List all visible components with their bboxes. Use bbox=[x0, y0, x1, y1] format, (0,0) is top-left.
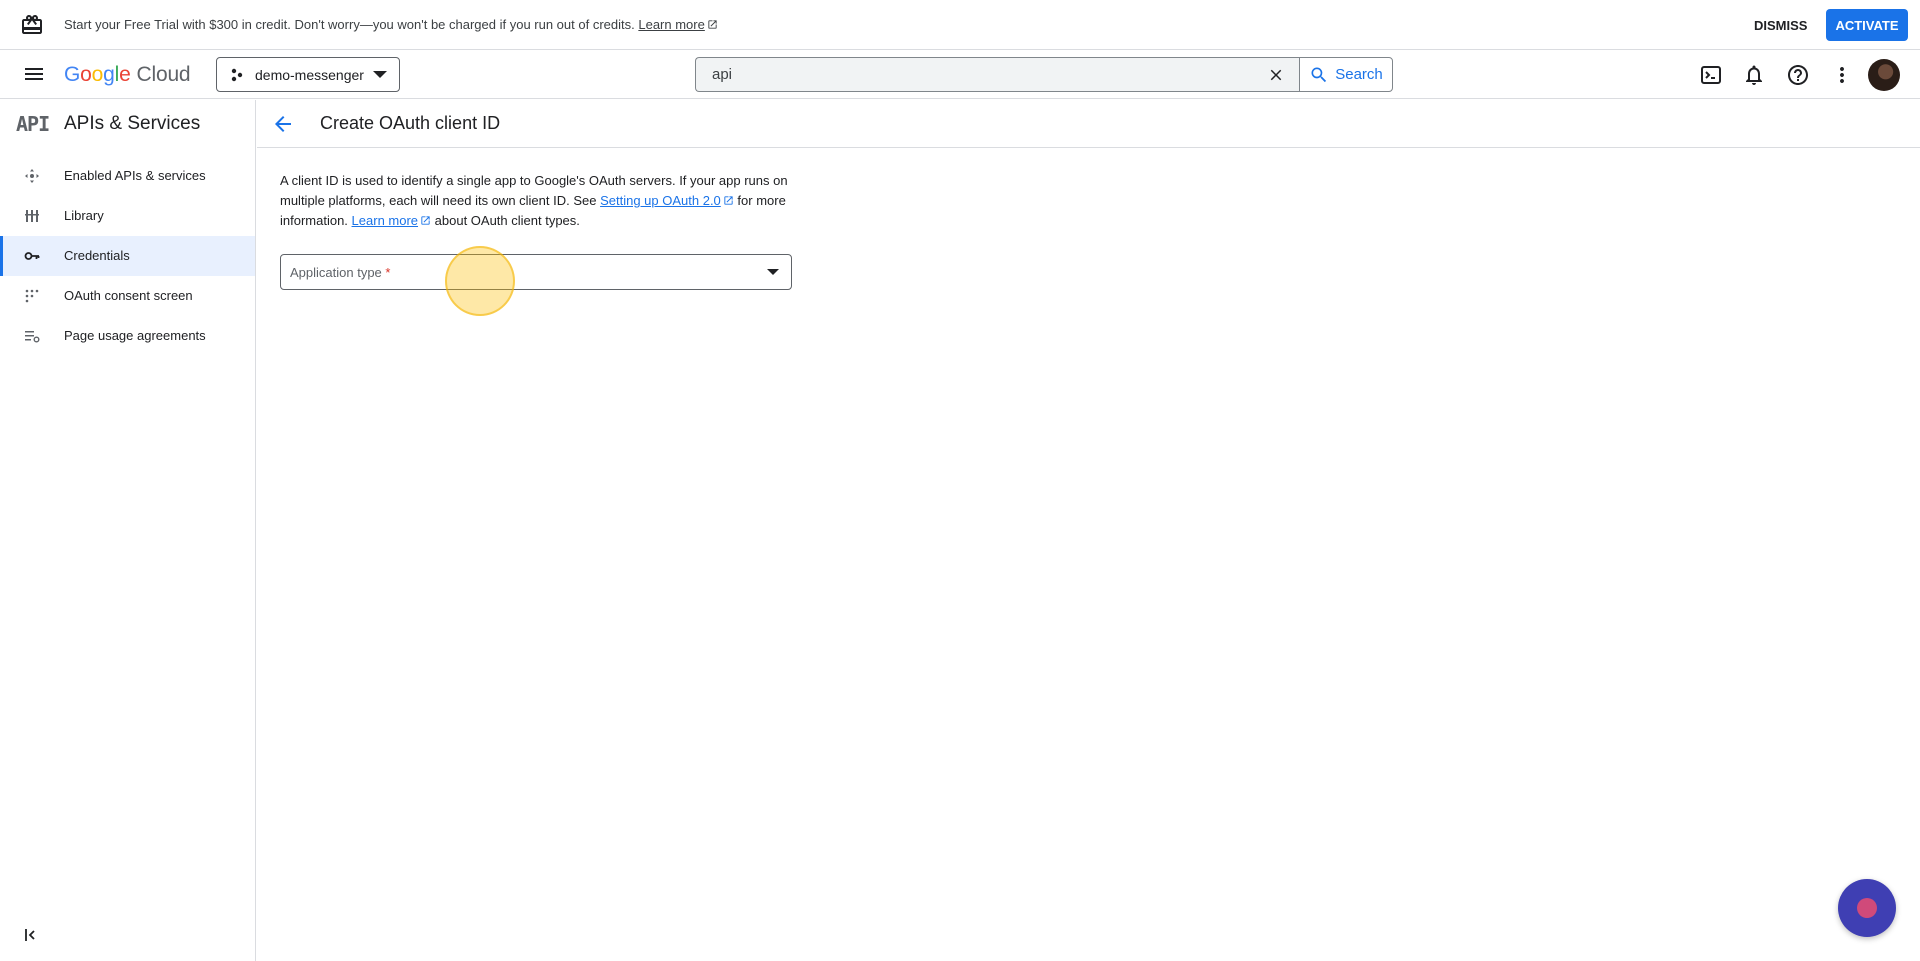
agreements-icon bbox=[25, 331, 40, 343]
library-icon bbox=[25, 210, 39, 222]
sidebar-item-oauth-consent[interactable]: OAuth consent screen bbox=[0, 276, 255, 316]
back-arrow-icon[interactable] bbox=[271, 112, 295, 136]
key-icon bbox=[24, 252, 40, 260]
sidebar-item-library[interactable]: Library bbox=[0, 196, 255, 236]
more-vert-icon[interactable] bbox=[1830, 63, 1854, 87]
account-avatar[interactable] bbox=[1868, 59, 1900, 91]
assistant-fab-button[interactable] bbox=[1838, 879, 1896, 937]
page-header: Create OAuth client ID bbox=[257, 100, 1920, 148]
application-type-select[interactable]: Application type * bbox=[280, 254, 792, 290]
project-name: demo-messenger bbox=[255, 66, 364, 83]
learn-more-link[interactable]: Learn more bbox=[352, 213, 418, 228]
enabled-apis-icon bbox=[25, 169, 39, 183]
assistant-icon bbox=[1857, 898, 1877, 918]
setting-up-oauth-link[interactable]: Setting up OAuth 2.0 bbox=[600, 193, 721, 208]
sidebar-item-label: OAuth consent screen bbox=[64, 288, 193, 303]
caret-down-icon bbox=[373, 71, 387, 78]
trial-message-text: Start your Free Trial with $300 in credi… bbox=[64, 17, 635, 32]
sidebar-header: API APIs & Services bbox=[0, 100, 256, 148]
project-icon bbox=[231, 68, 243, 81]
search-button[interactable]: Search bbox=[1299, 57, 1393, 92]
external-link-icon bbox=[708, 20, 717, 29]
page-title: Create OAuth client ID bbox=[320, 113, 501, 133]
terminal-icon[interactable] bbox=[1699, 63, 1723, 87]
gift-icon bbox=[22, 15, 42, 34]
collapse-sidebar-icon[interactable] bbox=[22, 926, 40, 944]
close-icon[interactable] bbox=[1267, 66, 1285, 84]
external-link-icon bbox=[421, 216, 430, 225]
dismiss-button[interactable]: DISMISS bbox=[1740, 9, 1821, 41]
required-marker: * bbox=[385, 265, 391, 280]
top-nav: GoogleCloud demo-messenger Search bbox=[0, 50, 1920, 99]
logo-letter: g bbox=[103, 63, 115, 86]
application-type-text: Application type bbox=[290, 265, 382, 280]
oauth-description: A client ID is used to identify a single… bbox=[280, 171, 800, 231]
application-type-label: Application type * bbox=[290, 265, 390, 280]
sidebar-item-label: Library bbox=[64, 208, 104, 223]
desc-text: about OAuth client types. bbox=[431, 213, 580, 228]
search-input[interactable] bbox=[696, 58, 1236, 91]
sidebar-item-label: Credentials bbox=[64, 248, 130, 263]
sidebar-item-page-usage-agreements[interactable]: Page usage agreements bbox=[0, 316, 255, 356]
logo-letter: o bbox=[91, 63, 104, 86]
notifications-bell-icon[interactable] bbox=[1742, 63, 1766, 87]
consent-icon bbox=[25, 289, 39, 303]
sidebar: API APIs & Services Enabled APIs & servi… bbox=[0, 100, 256, 961]
google-cloud-logo[interactable]: Google Cloud bbox=[64, 63, 191, 87]
hamburger-menu-icon[interactable] bbox=[20, 62, 48, 86]
trial-learn-more-link[interactable]: Learn more bbox=[638, 17, 704, 32]
logo-letter: e bbox=[119, 63, 131, 86]
project-picker[interactable]: demo-messenger bbox=[216, 57, 400, 92]
caret-down-icon bbox=[767, 269, 779, 275]
sidebar-item-credentials[interactable]: Credentials bbox=[0, 236, 255, 276]
activate-button[interactable]: ACTIVATE bbox=[1826, 9, 1908, 41]
logo-letter: o bbox=[80, 63, 92, 86]
search-icon bbox=[1311, 67, 1327, 82]
logo-letter: G bbox=[64, 63, 81, 86]
free-trial-banner: Start your Free Trial with $300 in credi… bbox=[0, 0, 1920, 50]
search-box bbox=[695, 57, 1299, 92]
trial-message: Start your Free Trial with $300 in credi… bbox=[64, 17, 718, 32]
sidebar-item-label: Page usage agreements bbox=[64, 328, 206, 343]
logo-cloud-text: Cloud bbox=[136, 63, 191, 86]
sidebar-item-enabled-apis[interactable]: Enabled APIs & services bbox=[0, 156, 255, 196]
help-icon[interactable] bbox=[1786, 63, 1810, 87]
external-link-icon bbox=[724, 196, 733, 205]
sidebar-item-label: Enabled APIs & services bbox=[64, 168, 206, 183]
api-logo-icon: API bbox=[16, 112, 50, 136]
search-button-label: Search bbox=[1335, 66, 1383, 83]
sidebar-title: APIs & Services bbox=[64, 113, 201, 134]
